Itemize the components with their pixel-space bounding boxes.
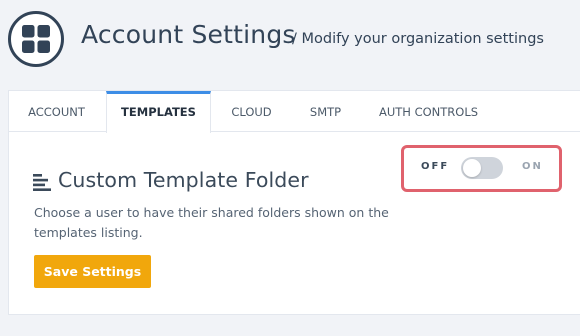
section-title: Custom Template Folder [58, 168, 309, 192]
page-title: Account Settings [81, 20, 296, 49]
toggle-on-label: ON [522, 161, 543, 172]
tab-auth-controls[interactable]: AUTH CONTROLS [367, 91, 490, 132]
align-left-icon [33, 174, 51, 191]
tab-bar: ACCOUNT TEMPLATES CLOUD SMTP AUTH CONTRO… [9, 91, 580, 133]
grid-icon [22, 25, 50, 53]
page-subtitle: / Modify your organization settings [292, 31, 544, 47]
template-folder-toggle[interactable] [461, 157, 503, 179]
app-logo[interactable] [8, 11, 64, 67]
toggle-off-label: OFF [421, 161, 450, 172]
section-description: Choose a user to have their shared folde… [34, 205, 389, 240]
save-settings-button[interactable]: Save Settings [34, 255, 151, 288]
tab-account[interactable]: ACCOUNT [9, 91, 104, 132]
toggle-knob[interactable] [463, 159, 481, 177]
settings-card: ACCOUNT TEMPLATES CLOUD SMTP AUTH CONTRO… [8, 90, 580, 315]
page-header: Account Settings / Modify your organizat… [0, 0, 580, 88]
tab-smtp[interactable]: SMTP [293, 91, 358, 132]
tab-cloud[interactable]: CLOUD [219, 91, 284, 132]
tab-templates[interactable]: TEMPLATES [106, 91, 211, 133]
toggle-highlight: OFF ON [401, 145, 562, 192]
